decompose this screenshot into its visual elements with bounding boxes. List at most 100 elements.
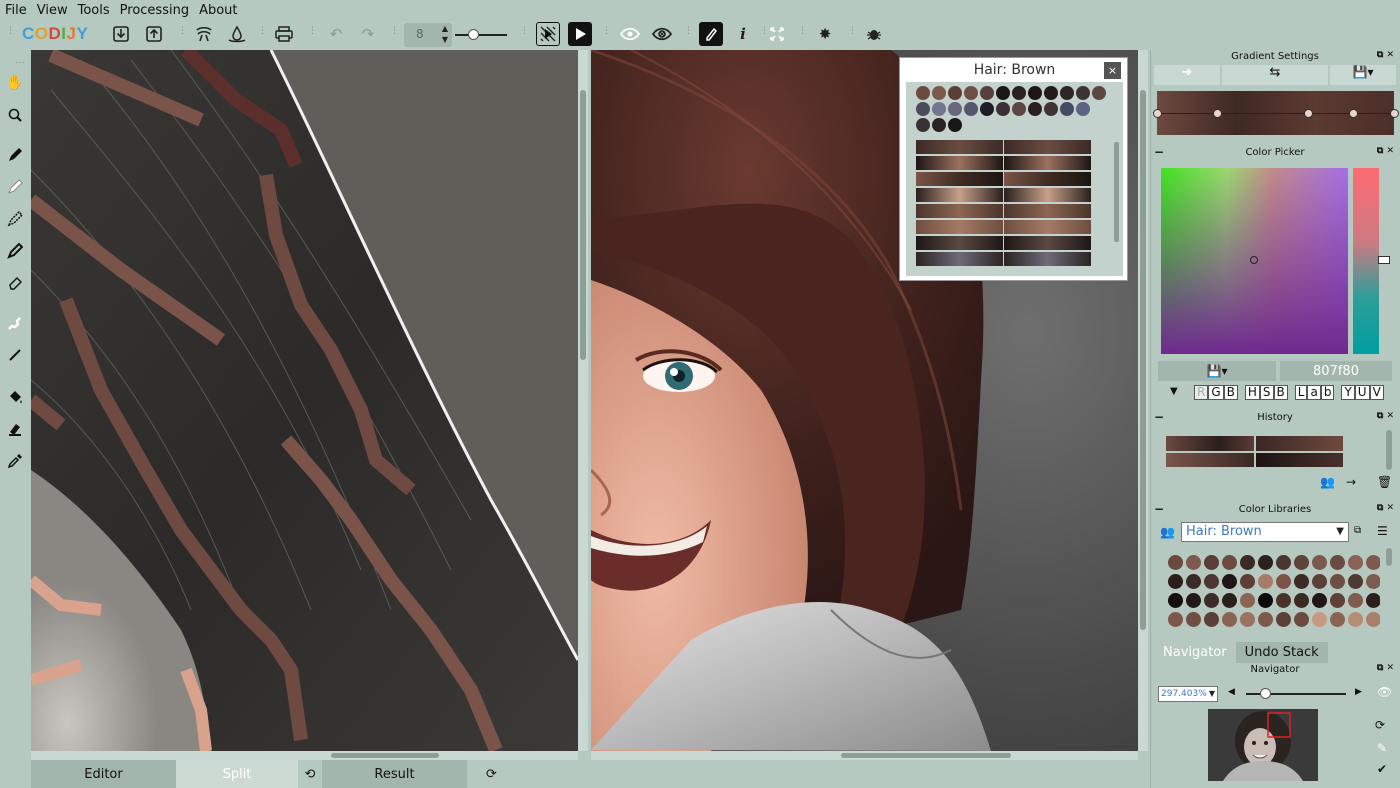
tools-grip[interactable]: ⋮: [8, 58, 24, 67]
color-swatch[interactable]: [1028, 102, 1042, 116]
zoom-slider-knob[interactable]: [1260, 688, 1271, 699]
navigator-thumbnail[interactable]: [1208, 709, 1318, 781]
color-swatch[interactable]: [1330, 593, 1345, 608]
gradient-swatch[interactable]: [916, 156, 1003, 170]
color-swatch[interactable]: [1222, 593, 1237, 608]
color-mode-toggle[interactable]: R: [1194, 385, 1209, 400]
hair-icon[interactable]: [192, 22, 216, 46]
color-mode-toggle[interactable]: B: [1223, 385, 1238, 400]
scrollbar-thumb[interactable]: [580, 90, 586, 360]
color-swatch[interactable]: [1222, 574, 1237, 589]
color-swatch[interactable]: [1294, 612, 1309, 627]
pencil-icon[interactable]: [4, 176, 26, 198]
gradient-preview[interactable]: [1153, 91, 1399, 135]
zoom-in-icon[interactable]: ▶: [1355, 687, 1362, 697]
import-icon[interactable]: [109, 22, 133, 46]
color-swatch[interactable]: [1044, 86, 1058, 100]
scrollbar-thumb[interactable]: [1140, 90, 1146, 630]
library-icon[interactable]: 👥: [1320, 475, 1335, 489]
color-swatch[interactable]: [1186, 612, 1201, 627]
brush-size-slider-knob[interactable]: [468, 29, 479, 40]
color-swatch[interactable]: [1060, 86, 1074, 100]
gradient-swatch[interactable]: [916, 220, 1003, 234]
menu-processing[interactable]: Processing: [115, 3, 194, 18]
popup-scrollbar[interactable]: [1114, 142, 1119, 242]
color-swatch[interactable]: [1294, 574, 1309, 589]
color-field[interactable]: [1161, 168, 1348, 354]
fit-icon[interactable]: [765, 22, 789, 46]
spin-down-icon[interactable]: ▼: [442, 35, 448, 44]
color-swatch[interactable]: [916, 86, 930, 100]
color-mode-toggle[interactable]: B: [1273, 385, 1288, 400]
toolbar-grip[interactable]: ⋮: [308, 27, 317, 42]
gradient-stop[interactable]: [1349, 109, 1358, 118]
gradient-swatch[interactable]: [916, 140, 1003, 154]
settings-icon[interactable]: ✸: [813, 22, 837, 46]
arrow-right-icon[interactable]: →: [1346, 475, 1356, 489]
gradient-save-button[interactable]: 💾▾: [1330, 65, 1396, 85]
gradient-stop[interactable]: [1304, 109, 1313, 118]
zoom-select[interactable]: 297.403% ▼: [1158, 686, 1218, 702]
gradient-swatch[interactable]: [916, 252, 1003, 266]
color-swatch[interactable]: [1258, 574, 1273, 589]
toolbar-grip[interactable]: ⋮: [798, 27, 807, 42]
menu-file[interactable]: File: [0, 3, 32, 18]
color-swatch[interactable]: [1366, 555, 1380, 570]
toolbar-grip[interactable]: ⋮: [258, 27, 267, 42]
color-swatch[interactable]: [1204, 555, 1219, 570]
mask-eye-icon[interactable]: [650, 22, 674, 46]
gradient-swatch[interactable]: [1004, 204, 1091, 218]
color-swatch[interactable]: [916, 102, 930, 116]
gradient-apply-button[interactable]: ➜: [1154, 65, 1220, 85]
result-vertical-scrollbar[interactable]: [1138, 50, 1148, 751]
color-swatch[interactable]: [1366, 612, 1380, 627]
color-swatch[interactable]: [1186, 593, 1201, 608]
color-swatch[interactable]: [1330, 574, 1345, 589]
close-icon[interactable]: ×: [1104, 62, 1121, 79]
gradient-swatch[interactable]: [1004, 172, 1091, 186]
editor-vertical-scrollbar[interactable]: [578, 50, 588, 751]
color-swatch[interactable]: [1186, 555, 1201, 570]
color-swatch[interactable]: [1204, 612, 1219, 627]
pen-icon[interactable]: [4, 144, 26, 166]
color-swatch[interactable]: [932, 86, 946, 100]
color-mode-toggle[interactable]: V: [1369, 385, 1384, 400]
color-mode-toggle[interactable]: a: [1307, 385, 1321, 400]
color-swatch[interactable]: [1076, 102, 1090, 116]
export-icon[interactable]: [142, 22, 166, 46]
color-swatch[interactable]: [1092, 86, 1106, 100]
gradient-swatch[interactable]: [916, 236, 1003, 250]
color-swatch[interactable]: [980, 86, 994, 100]
color-swatch[interactable]: [932, 102, 946, 116]
color-swatch[interactable]: [1240, 555, 1255, 570]
trash-icon[interactable]: 🗑: [1377, 475, 1392, 489]
color-swatch[interactable]: [1012, 102, 1026, 116]
color-swatch[interactable]: [1258, 593, 1273, 608]
color-mode-toggle[interactable]: Y: [1341, 385, 1355, 400]
scrollbar-thumb[interactable]: [331, 753, 439, 758]
color-swatch[interactable]: [1258, 612, 1273, 627]
library-icon[interactable]: 👥: [1160, 525, 1175, 539]
color-swatch[interactable]: [1312, 555, 1327, 570]
toolbar-grip[interactable]: ⋮: [602, 27, 611, 42]
tab-result[interactable]: Result: [322, 760, 467, 788]
color-swatch[interactable]: [1276, 574, 1291, 589]
library-select[interactable]: Hair: Brown ▼: [1181, 522, 1349, 542]
color-swatch[interactable]: [1348, 555, 1363, 570]
undock-icon[interactable]: ⧉ ✕: [1377, 503, 1394, 513]
bucket-icon[interactable]: [4, 386, 26, 408]
color-swatch[interactable]: [1276, 593, 1291, 608]
color-swatch[interactable]: [1312, 612, 1327, 627]
pen-icon[interactable]: [699, 22, 723, 46]
editor-horizontal-scrollbar[interactable]: [31, 751, 578, 760]
color-swatch[interactable]: [996, 102, 1010, 116]
undock-icon[interactable]: ⧉ ✕: [1377, 50, 1394, 60]
color-swatch[interactable]: [1240, 574, 1255, 589]
undock-icon[interactable]: ⧉ ✕: [1377, 411, 1394, 421]
color-field-cursor[interactable]: [1250, 256, 1258, 264]
hue-slider[interactable]: [1353, 168, 1379, 354]
color-swatch[interactable]: [948, 102, 962, 116]
pattern-pen-icon[interactable]: [4, 208, 26, 230]
color-swatch[interactable]: [1076, 86, 1090, 100]
play-icon[interactable]: [568, 22, 592, 46]
